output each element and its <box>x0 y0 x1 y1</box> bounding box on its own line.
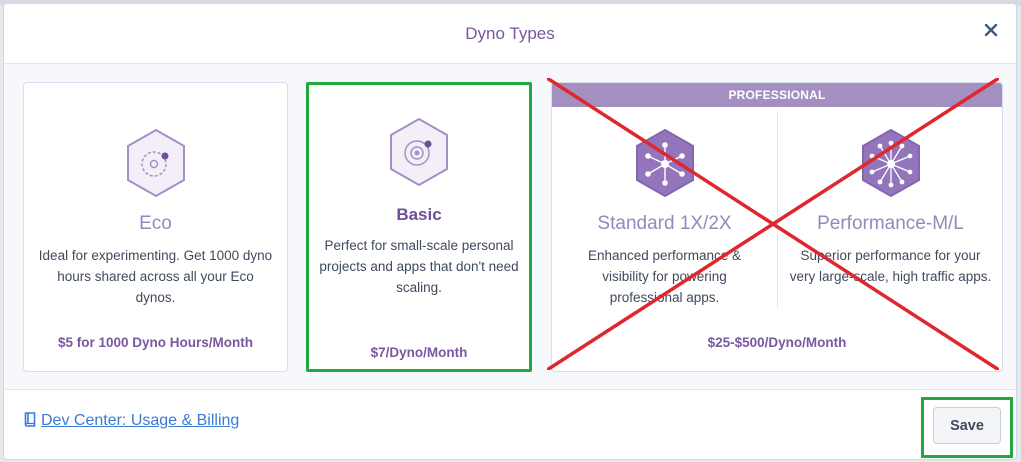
professional-dyno-card: PROFESSIONAL Standard 1X/2X Enhanced per… <box>551 82 1003 372</box>
basic-hex-icon <box>390 117 448 187</box>
performance-network-hex-icon <box>861 128 920 198</box>
modal-body: Eco Ideal for experimenting. Get 1000 dy… <box>4 64 1016 390</box>
modal-title: Dyno Types <box>465 24 555 43</box>
eco-hex-icon <box>126 128 185 198</box>
basic-title: Basic <box>396 205 442 224</box>
basic-dyno-card[interactable]: Basic Perfect for small-scale personal p… <box>306 82 532 372</box>
standard-network-hex-icon <box>635 128 694 198</box>
dev-center-link[interactable]: Dev Center: Usage & Billing <box>24 412 239 430</box>
modal-footer: Dev Center: Usage & Billing Save <box>4 390 1016 459</box>
close-button[interactable] <box>980 19 1002 41</box>
save-button[interactable]: Save <box>933 407 1001 444</box>
professional-banner: PROFESSIONAL <box>552 83 1002 107</box>
eco-title: Eco <box>139 213 172 234</box>
modal-header: Dyno Types <box>4 4 1016 64</box>
close-icon <box>984 23 998 37</box>
basic-price: $7/Dyno/Month <box>370 345 468 360</box>
book-icon <box>24 412 36 427</box>
dyno-types-modal: Dyno Types Eco Ideal for experimenting. … <box>3 3 1017 460</box>
eco-price: $5 for 1000 Dyno Hours/Month <box>57 335 254 350</box>
standard-dyno-option[interactable]: Standard 1X/2X Enhanced performance & vi… <box>552 107 777 371</box>
standard-description: Enhanced performance & visibility for po… <box>587 248 742 305</box>
basic-description: Perfect for small-scale personal project… <box>319 238 519 295</box>
dev-center-link-label: Dev Center: Usage & Billing <box>41 412 240 429</box>
professional-price: $25-$500/Dyno/Month <box>707 335 847 350</box>
standard-title: Standard 1X/2X <box>597 213 732 234</box>
eco-dyno-card[interactable]: Eco Ideal for experimenting. Get 1000 dy… <box>23 82 288 372</box>
performance-dyno-option[interactable]: Performance-M/L Superior performance for… <box>778 107 1002 371</box>
performance-title: Performance-M/L <box>817 213 964 234</box>
performance-description: Superior performance for your very large… <box>789 248 992 284</box>
eco-description: Ideal for experimenting. Get 1000 dyno h… <box>38 248 273 305</box>
